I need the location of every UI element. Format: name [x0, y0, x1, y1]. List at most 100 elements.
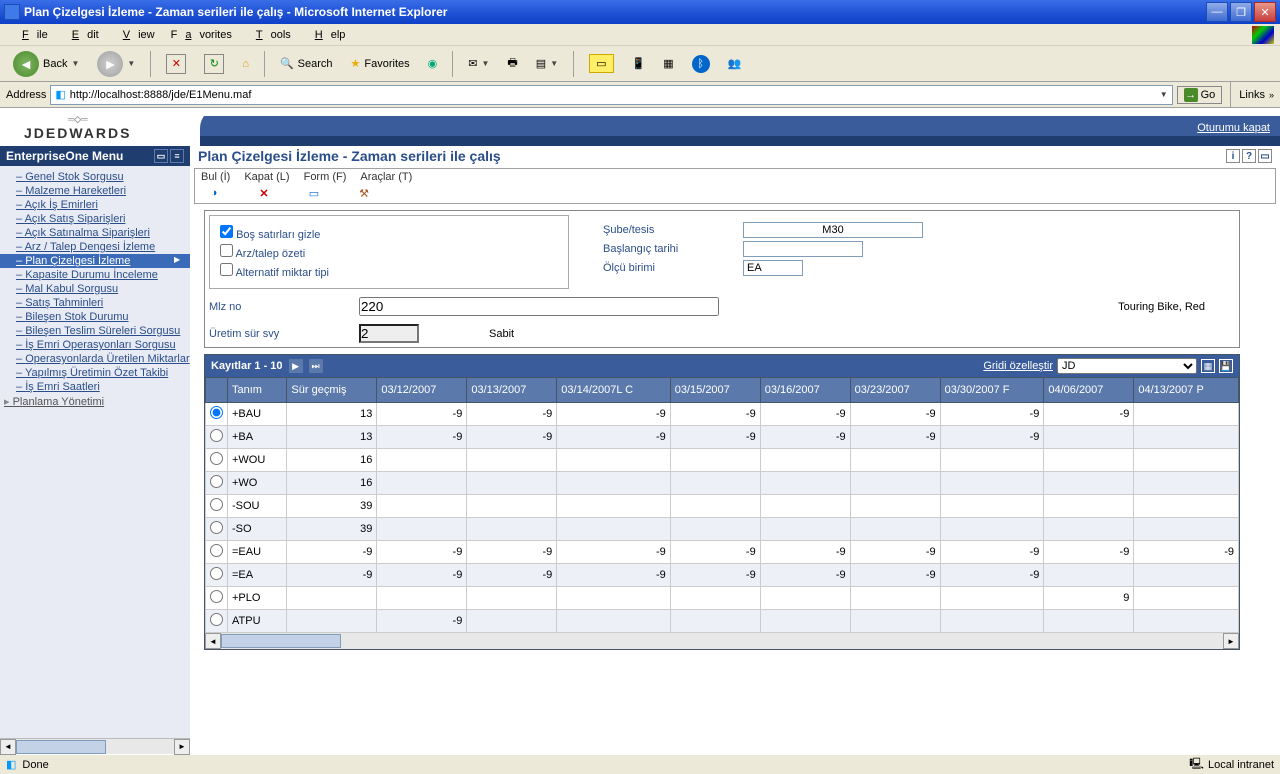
find-icon[interactable]: ◑ — [205, 185, 223, 201]
sidebar-links: Genel Stok SorgusuMalzeme HareketleriAçı… — [0, 166, 190, 738]
menu-file[interactable]: File — [6, 27, 56, 43]
forward-button[interactable]: ►▼ — [90, 47, 142, 81]
menu-view[interactable]: View — [107, 27, 163, 43]
window-title: Plan Çizelgesi İzleme - Zaman serileri i… — [24, 5, 1206, 19]
search-button[interactable]: 🔍Search — [273, 53, 340, 74]
sube-input[interactable] — [743, 222, 923, 238]
grid-export-icon[interactable]: ▦ — [1201, 359, 1215, 373]
mlz-input[interactable] — [359, 297, 719, 316]
people-icon[interactable]: 👥 — [721, 53, 749, 74]
table-row[interactable]: +BA13-9-9-9-9-9-9-9 — [206, 426, 1239, 449]
sabit-label: Sabit — [489, 328, 514, 340]
table-row[interactable]: +BAU13-9-9-9-9-9-9-9-9 — [206, 403, 1239, 426]
tool-icon-1[interactable]: ▦ — [656, 53, 680, 74]
sidebar-item[interactable]: Operasyonlarda Üretilen Miktarlar — [0, 352, 190, 366]
stop-button[interactable]: ✕ — [159, 50, 193, 78]
table-row[interactable]: -SOU39 — [206, 495, 1239, 518]
edit-button[interactable]: ▤▼ — [529, 53, 565, 74]
menu-edit[interactable]: Edit — [56, 27, 107, 43]
address-url: http://localhost:8888/jde/E1Menu.maf — [70, 89, 1160, 101]
table-row[interactable]: +PLO9 — [206, 587, 1239, 610]
sidebar-item[interactable]: Açık Satış Siparişleri — [0, 212, 190, 226]
favorites-label: Favorites — [364, 58, 409, 70]
links-label[interactable]: Links — [1239, 89, 1265, 101]
home-button[interactable]: ⌂ — [235, 54, 256, 74]
favorites-button[interactable]: ★Favorites — [344, 53, 417, 74]
bluetooth-icon[interactable]: ᛒ — [685, 51, 717, 77]
sidebar-item[interactable]: Mal Kabul Sorgusu — [0, 282, 190, 296]
sidebar-menu-icon[interactable]: ≡ — [170, 149, 184, 163]
sidebar: EnterpriseOne Menu ▭ ≡ Genel Stok Sorgus… — [0, 146, 190, 754]
item-desc: Touring Bike, Red — [1118, 301, 1205, 313]
ie-icon — [4, 4, 20, 20]
print-button[interactable]: 🖶 — [500, 50, 524, 77]
minimize-button[interactable]: — — [1206, 2, 1228, 22]
sidebar-item[interactable]: Satış Tahminleri — [0, 296, 190, 310]
maximize-button[interactable]: ❐ — [1230, 2, 1252, 22]
grid-hscroll[interactable]: ◄► — [205, 633, 1239, 649]
chk-bos[interactable]: Boş satırları gizle — [220, 225, 558, 241]
baslangic-input[interactable] — [743, 241, 863, 257]
pda-icon[interactable]: 📱 — [625, 53, 653, 74]
menu-tools[interactable]: Tools — [240, 27, 299, 43]
chk-arz[interactable]: Arz/talep özeti — [220, 244, 558, 260]
history-button[interactable]: ◉ — [421, 53, 445, 74]
sidebar-item[interactable]: Yapılmış Üretimin Özet Takibi — [0, 366, 190, 380]
table-row[interactable]: ATPU-9 — [206, 610, 1239, 633]
notes-icon[interactable]: ▭ — [582, 50, 620, 77]
info-icon[interactable]: i — [1226, 149, 1240, 163]
back-button[interactable]: ◄Back▼ — [6, 47, 86, 81]
menu-favorites[interactable]: Favorites — [163, 27, 240, 43]
olcu-input[interactable] — [743, 260, 803, 276]
sidebar-item[interactable]: Açık Satınalma Siparişleri — [0, 226, 190, 240]
go-label: Go — [1201, 89, 1216, 101]
sidebar-item[interactable]: Plan Çizelgesi İzleme — [0, 254, 190, 268]
action-form[interactable]: Form (F) — [304, 171, 347, 183]
go-button[interactable]: →Go — [1177, 86, 1223, 104]
table-row[interactable]: +WOU16 — [206, 449, 1239, 472]
table-row[interactable]: =EA-9-9-9-9-9-9-9-9 — [206, 564, 1239, 587]
tools-icon[interactable]: ▭ — [1258, 149, 1272, 163]
logout-link[interactable]: Oturumu kapat — [1197, 122, 1270, 134]
table-row[interactable]: =EAU-9-9-9-9-9-9-9-9-9-9 — [206, 541, 1239, 564]
table-row[interactable]: +WO16 — [206, 472, 1239, 495]
refresh-button[interactable]: ↻ — [197, 50, 231, 78]
action-araclar[interactable]: Araçlar (T) — [360, 171, 412, 183]
action-bul[interactable]: Bul (İ) — [201, 171, 230, 183]
chk-alt[interactable]: Alternatif miktar tipi — [220, 263, 558, 279]
sidebar-item[interactable]: Genel Stok Sorgusu — [0, 170, 190, 184]
page-title: Plan Çizelgesi İzleme - Zaman serileri i… — [198, 148, 501, 164]
help-icon[interactable]: ? — [1242, 149, 1256, 163]
sidebar-item[interactable]: Arz / Talep Dengesi İzleme — [0, 240, 190, 254]
sidebar-collapse-icon[interactable]: ▭ — [154, 149, 168, 163]
sube-label: Şube/tesis — [603, 224, 743, 236]
customize-grid-link[interactable]: Gridi özelleştir — [983, 360, 1053, 372]
tools-action-icon[interactable]: ⚒ — [355, 185, 373, 201]
uretim-input[interactable] — [359, 324, 419, 343]
menu-help[interactable]: Help — [299, 27, 354, 43]
sidebar-item[interactable]: Kapasite Durumu İnceleme — [0, 268, 190, 282]
grid-next-icon[interactable]: ▶ — [289, 359, 303, 373]
sidebar-item[interactable]: Açık İş Emirleri — [0, 198, 190, 212]
sidebar-sub-item[interactable]: Planlama Yönetimi — [0, 394, 190, 409]
status-bar: ◧ Done 🖳 Local intranet — [0, 754, 1280, 774]
grid-topbar: Kayıtlar 1 - 10 ▶ ⏭ Gridi özelleştir JD … — [205, 355, 1239, 377]
ie-throbber-icon — [1252, 26, 1274, 44]
grid-view-select[interactable]: JD — [1057, 358, 1197, 374]
sidebar-hscroll[interactable]: ◄► — [0, 738, 190, 754]
search-label: Search — [298, 58, 333, 70]
sidebar-item[interactable]: Bileşen Teslim Süreleri Sorgusu — [0, 324, 190, 338]
grid-last-icon[interactable]: ⏭ — [309, 359, 323, 373]
grid-save-icon[interactable]: 💾 — [1219, 359, 1233, 373]
sidebar-item[interactable]: Bileşen Stok Durumu — [0, 310, 190, 324]
close-icon[interactable]: ✕ — [255, 185, 273, 201]
close-button[interactable]: ✕ — [1254, 2, 1276, 22]
sidebar-item[interactable]: İş Emri Saatleri — [0, 380, 190, 394]
mail-button[interactable]: ✉▼ — [461, 53, 496, 74]
action-kapat[interactable]: Kapat (L) — [244, 171, 289, 183]
sidebar-item[interactable]: Malzeme Hareketleri — [0, 184, 190, 198]
address-input[interactable]: ◧ http://localhost:8888/jde/E1Menu.maf ▼ — [50, 85, 1172, 105]
table-row[interactable]: -SO39 — [206, 518, 1239, 541]
form-icon[interactable]: ▭ — [305, 185, 323, 201]
sidebar-item[interactable]: İş Emri Operasyonları Sorgusu — [0, 338, 190, 352]
